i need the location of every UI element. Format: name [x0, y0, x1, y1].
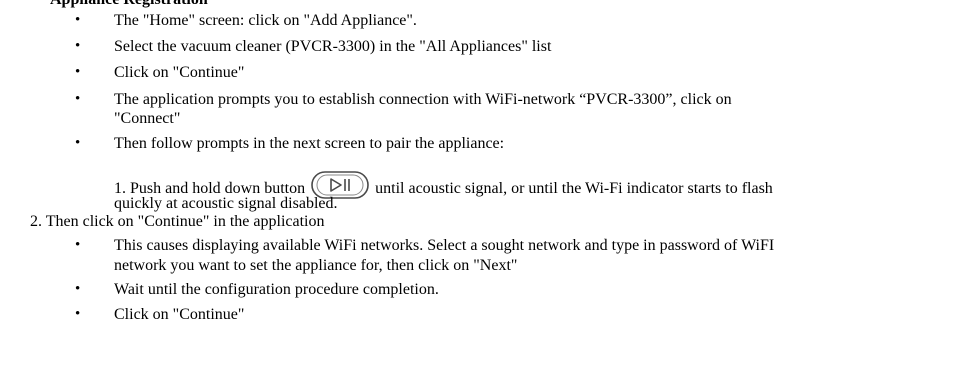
- bullet-marker: •: [75, 237, 81, 253]
- bullet-marker: •: [75, 281, 81, 297]
- section-heading: Appliance Registration: [50, 0, 208, 9]
- list-item: This causes displaying available WiFi ne…: [114, 237, 775, 254]
- list-item: Click on "Continue": [114, 64, 245, 81]
- list-item-continuation: network you want to set the appliance fo…: [114, 257, 518, 274]
- list-item: Wait until the configuration procedure c…: [114, 281, 439, 298]
- bullet-marker: •: [75, 91, 81, 107]
- list-item-continuation: "Connect": [114, 110, 181, 127]
- step-1-text-after: until acoustic signal, or until the Wi-F…: [375, 180, 773, 197]
- list-item: The "Home" screen: click on "Add Applian…: [114, 12, 417, 29]
- list-item: Then follow prompts in the next screen t…: [114, 135, 505, 152]
- list-item: Click on "Continue": [114, 306, 245, 323]
- bullet-marker: •: [75, 64, 81, 80]
- step-2-line: 2. Then click on "Continue" in the appli…: [30, 213, 325, 230]
- bullet-marker: •: [75, 135, 81, 151]
- step-1-continuation: quickly at acoustic signal disabled.: [114, 195, 338, 212]
- bullet-marker: •: [75, 306, 81, 322]
- bullet-marker: •: [75, 12, 81, 28]
- bullet-marker: •: [75, 38, 81, 54]
- list-item: Select the vacuum cleaner (PVCR-3300) in…: [114, 38, 552, 55]
- list-item: The application prompts you to establish…: [114, 91, 732, 108]
